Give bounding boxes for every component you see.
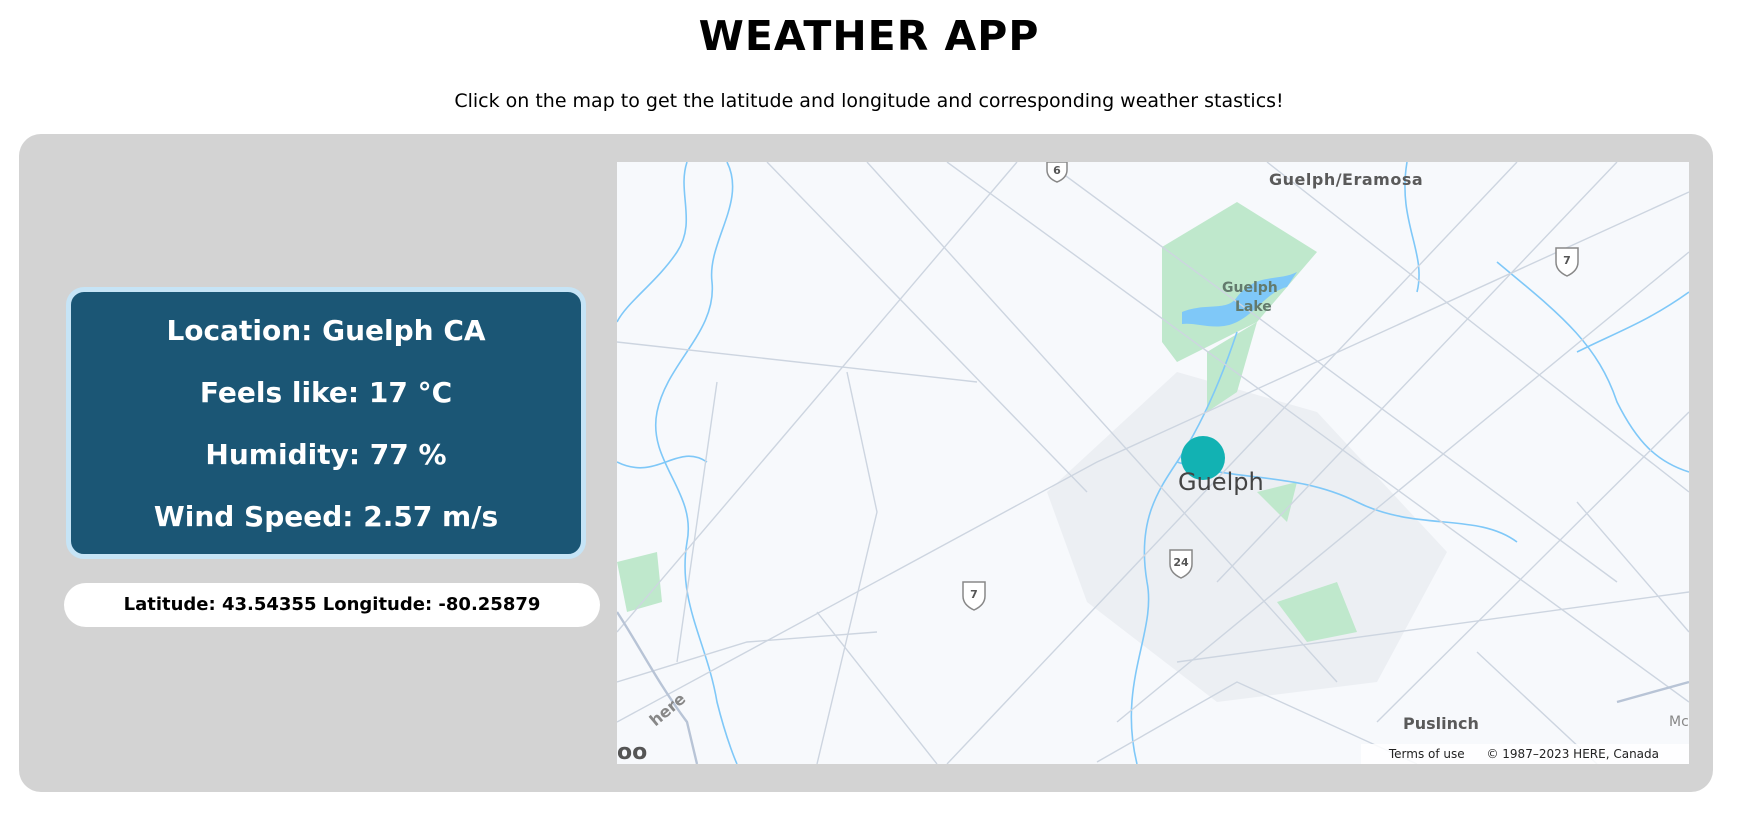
wind-speed-text: Wind Speed: 2.57 m/s xyxy=(153,500,499,533)
humidity-text: Humidity: 77 % xyxy=(205,438,447,471)
map-label-guelph-eramosa: Guelph/Eramosa xyxy=(1269,170,1424,189)
location-text: Location: Guelph CA xyxy=(166,314,486,347)
main-panel: Location: Guelph CA Feels like: 17 °C Hu… xyxy=(19,134,1713,792)
route-shield-label: 24 xyxy=(1173,556,1189,569)
map-label-corner-right: Mc xyxy=(1669,714,1689,730)
weather-card: Location: Guelph CA Feels like: 17 °C Hu… xyxy=(66,287,586,559)
map-label-corner-left: oo xyxy=(617,740,648,764)
page-subtitle: Click on the map to get the latitude and… xyxy=(454,90,1284,112)
map-canvas[interactable]: 6 7 7 24 xyxy=(617,162,1689,764)
route-shield-label: 6 xyxy=(1053,164,1061,177)
coordinates-display: Latitude: 43.54355 Longitude: -80.25879 xyxy=(64,583,600,627)
feels-like-text: Feels like: 17 °C xyxy=(199,376,453,409)
map-label-guelph: Guelph xyxy=(1178,468,1264,496)
page-title: WEATHER APP xyxy=(698,12,1040,60)
route-shield-label: 7 xyxy=(1563,254,1571,267)
park-area xyxy=(617,552,662,612)
terms-of-use-link[interactable]: Terms of use xyxy=(1389,747,1465,761)
map[interactable]: 6 7 7 24 Guelph/Eramosa Guelph Lake Guel… xyxy=(617,162,1689,764)
map-label-puslinch: Puslinch xyxy=(1403,714,1479,733)
route-shield-label: 7 xyxy=(970,588,978,601)
map-label-guelph-lake: Guelph xyxy=(1222,280,1278,296)
map-attribution: Terms of use © 1987–2023 HERE, Canada xyxy=(1360,744,1689,764)
map-label-guelph-lake-2: Lake xyxy=(1235,299,1272,315)
copyright-text: © 1987–2023 HERE, Canada xyxy=(1486,747,1659,761)
